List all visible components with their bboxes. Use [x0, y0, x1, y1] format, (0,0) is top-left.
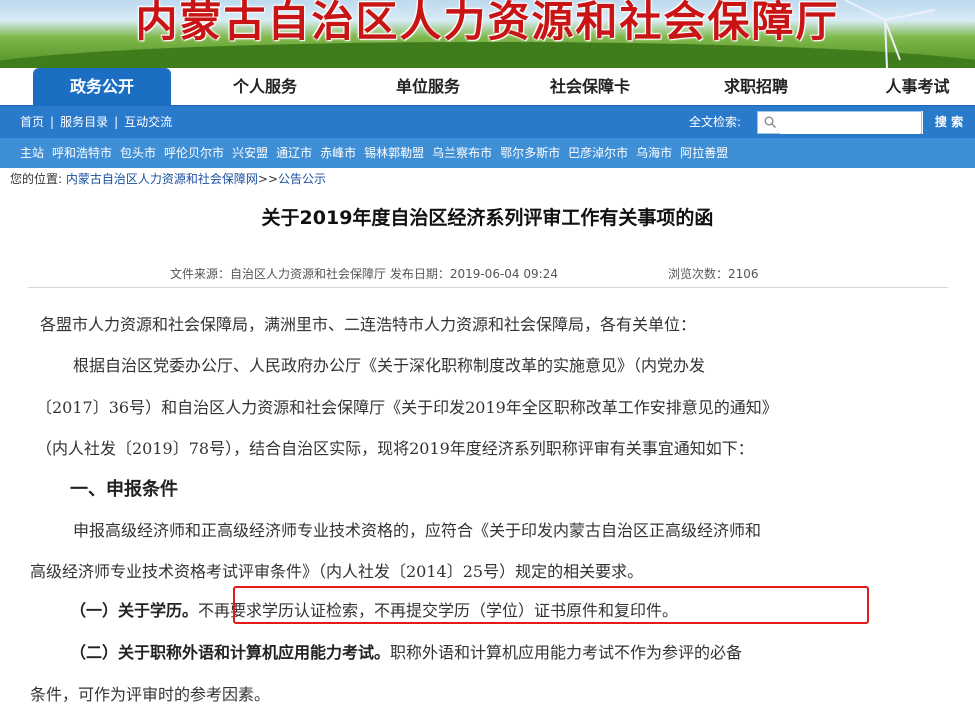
clause-label: （一）关于学历。 [70, 601, 199, 620]
article-view-count: 浏览次数：2106 [668, 267, 759, 281]
article-clause: （二）关于职称外语和计算机应用能力考试。职称外语和计算机应用能力考试不作为参评的… [70, 639, 742, 663]
nav-item-social-card[interactable]: 社会保障卡 [525, 68, 655, 106]
article-title: 关于2019年度自治区经济系列评审工作有关事项的函 [261, 207, 714, 229]
article-paragraph: 申报高级经济师和正高级经济师专业技术资格的，应符合《关于印发内蒙古自治区正高级经… [73, 521, 762, 540]
breadcrumb-site[interactable]: 内蒙古自治区人力资源和社会保障网 [66, 172, 258, 186]
city-link[interactable]: 通辽市 [276, 146, 312, 160]
section-heading: 一、申报条件 [70, 479, 178, 500]
city-link[interactable]: 乌兰察布市 [432, 146, 492, 160]
clause-text: 职称外语和计算机应用能力考试不作为参评的必备 [390, 643, 743, 662]
sub-bar: 首页 | 服务目录 | 互动交流 全文检索: 搜 索 [0, 106, 975, 138]
nav-item-gov-affairs[interactable]: 政务公开 [33, 68, 171, 106]
nav-item-unit[interactable]: 单位服务 [368, 68, 488, 106]
clause-label: （二）关于职称外语和计算机应用能力考试。 [70, 643, 391, 662]
city-list: 主站 呼和浩特市 包头市 呼伦贝尔市 兴安盟 通辽市 赤峰市 锡林郭勒盟 乌兰察布市 鄂尔多斯市巴… [20, 138, 736, 168]
city-link[interactable]: 乌海市 [636, 146, 672, 160]
article-paragraph: （内人社发〔2019〕78号），结合自治区实际，现将2019年度经济系列职称评审… [36, 439, 754, 458]
link-home[interactable]: 首页 [20, 115, 44, 129]
link-interaction[interactable]: 互动交流 [124, 115, 172, 129]
breadcrumb: 您的位置: 内蒙古自治区人力资源和社会保障网>>公告公示 [10, 170, 326, 187]
city-bar: 主站 呼和浩特市 包头市 呼伦贝尔市 兴安盟 通辽市 赤峰市 锡林郭勒盟 乌兰察布市 鄂尔多斯市巴… [0, 138, 975, 168]
article-paragraph: 根据自治区党委办公厅、人民政府办公厅《关于深化职称制度改革的实施意见》（内党办发 [73, 356, 706, 375]
breadcrumb-prefix: 您的位置: [10, 172, 63, 186]
article-paragraph: 条件，可作为评审时的参考因素。 [30, 685, 271, 704]
city-link[interactable]: 呼和浩特市 [52, 146, 112, 160]
site-banner: 内蒙古自治区人力资源和社会保障厅 [0, 0, 975, 68]
city-link[interactable]: 锡林郭勒盟 [364, 146, 424, 160]
nav-item-exams[interactable]: 人事考试 [860, 68, 975, 106]
city-link[interactable]: 赤峰市 [320, 146, 356, 160]
search-button[interactable]: 搜 索 [922, 111, 975, 134]
search-icon [764, 116, 776, 128]
link-service-directory[interactable]: 服务目录 [60, 115, 108, 129]
city-link[interactable]: 阿拉善盟 [680, 146, 728, 160]
search-input[interactable] [780, 112, 920, 134]
divider [28, 287, 948, 288]
nav-item-jobs[interactable]: 求职招聘 [696, 68, 816, 106]
article-paragraph: 高级经济师专业技术资格考试评审条件》（内人社发〔2014〕25号）规定的相关要求… [30, 562, 644, 581]
article-paragraph: 〔2017〕36号）和自治区人力资源和社会保障厅《关于印发2019年全区职称改革… [36, 398, 778, 417]
highlight-box [233, 586, 869, 624]
nav-item-personal[interactable]: 个人服务 [205, 68, 325, 106]
breadcrumb-arrow: >> [257, 172, 278, 186]
main-nav: 政务公开 个人服务 单位服务 社会保障卡 求职招聘 人事考试 [0, 68, 975, 106]
city-link[interactable]: 巴彦淖尔市 [568, 146, 628, 160]
banner-title: 内蒙古自治区人力资源和社会保障厅 [135, 0, 840, 46]
quick-links: 首页 | 服务目录 | 互动交流 [20, 115, 173, 129]
article-source-date: 文件来源：自治区人力资源和社会保障厅 发布日期：2019-06-04 09:24 [170, 267, 558, 281]
city-link[interactable]: 包头市 [120, 146, 156, 160]
city-link[interactable]: 呼伦贝尔市 [164, 146, 224, 160]
city-link[interactable]: 鄂尔多斯市 [500, 146, 560, 160]
search-label: 全文检索: [689, 115, 742, 129]
city-link[interactable]: 兴安盟 [232, 146, 268, 160]
breadcrumb-section[interactable]: 公告公示 [278, 172, 326, 186]
article-paragraph: 各盟市人力资源和社会保障局，满洲里市、二连浩特市人力资源和社会保障局，各有关单位… [40, 315, 697, 334]
search-box [757, 111, 922, 134]
city-link[interactable]: 主站 [20, 146, 44, 160]
